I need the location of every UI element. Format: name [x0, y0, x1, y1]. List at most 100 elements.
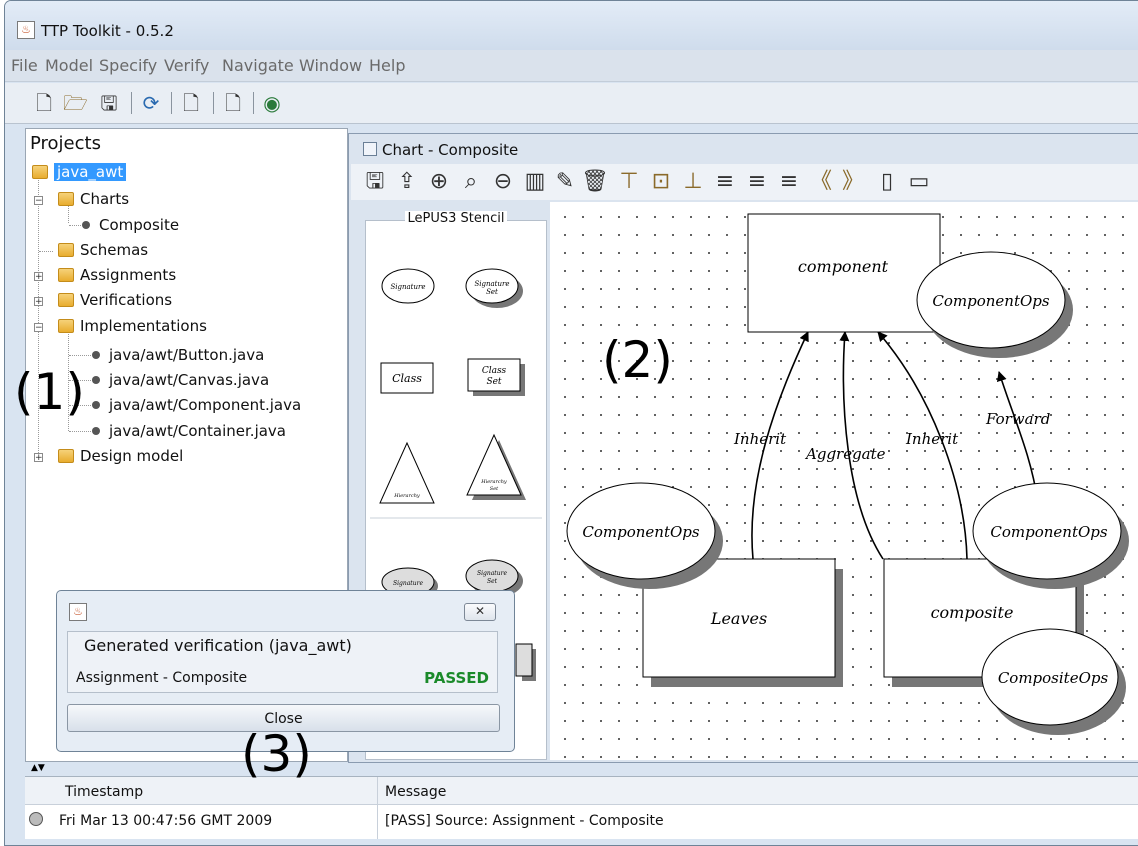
dialog-close-x-button[interactable]: ✕	[464, 603, 496, 621]
tree-item-java-awt[interactable]: java_awt	[32, 163, 127, 181]
chart-frame-title: Chart - Composite	[363, 141, 518, 159]
inherit-right-label: Inherit	[905, 430, 959, 448]
forward-edge[interactable]	[996, 371, 1039, 503]
tree-item-button-java[interactable]: java/awt/Button.java	[92, 346, 264, 364]
zoom-reset-icon[interactable]: ⌕	[457, 168, 485, 196]
svg-text:Signature: Signature	[390, 283, 425, 291]
stencil-class-set[interactable]: Class Set	[467, 358, 525, 396]
component-ops-left-label: ComponentOps	[582, 523, 699, 541]
tree-item-implementations[interactable]: Implementations	[58, 317, 207, 335]
diagram-canvas[interactable]: component ComponentOps Leaves ComponentO…	[550, 202, 1138, 760]
align-top-icon[interactable]: ⊤	[615, 168, 643, 196]
svg-text:Set: Set	[486, 377, 501, 387]
tree-item-canvas-java[interactable]: java/awt/Canvas.java	[92, 371, 269, 389]
aggregate-label: Aggregate	[804, 445, 886, 463]
forward-label: Forward	[985, 410, 1050, 428]
chart-toolbar: 🖫 ⇪ ⊕ ⌕ ⊖ ▥ ✎ 🗑 ⊤ ⊡ ⊥ ≡ ≡ ≡ 《 》 ▯ ▭	[351, 164, 1138, 200]
tree-item-component-java[interactable]: java/awt/Component.java	[92, 396, 301, 414]
menu-navigate[interactable]: Navigate	[222, 56, 294, 75]
verification-group: Generated verification (java_awt) Assign…	[67, 631, 498, 693]
svg-text:Set: Set	[490, 486, 499, 492]
menu-verify[interactable]: Verify	[164, 56, 209, 75]
projects-header: Projects	[30, 133, 101, 154]
menu-file[interactable]: File	[11, 56, 38, 75]
leaves-label: Leaves	[710, 609, 767, 628]
back-arrow-icon[interactable]: 《	[807, 168, 835, 196]
group-title: Generated verification (java_awt)	[84, 636, 352, 655]
log-message: [PASS] Source: Assignment - Composite	[385, 813, 664, 829]
title-bar: ♨ TTP Toolkit - 0.5.2	[5, 1, 1138, 50]
menu-window[interactable]: Window	[299, 56, 362, 75]
component-ops-right-label: ComponentOps	[990, 523, 1107, 541]
tree-item-composite[interactable]: Composite	[82, 216, 179, 234]
chart-export-icon[interactable]: ⇪	[393, 168, 421, 196]
navigate-globe-icon[interactable]: ◉	[260, 90, 284, 116]
align-right-icon[interactable]: ≡	[775, 168, 803, 196]
annotation-3: (3)	[241, 725, 312, 783]
window-title: TTP Toolkit - 0.5.2	[41, 22, 174, 40]
tree-item-charts[interactable]: Charts	[58, 190, 129, 208]
svg-text:Class: Class	[392, 372, 422, 385]
grid-toggle-icon[interactable]: ▥	[521, 168, 549, 196]
chart-save-icon[interactable]: 🖫	[361, 168, 389, 196]
chart-frame-icon	[363, 142, 377, 156]
main-toolbar: 🗋 🗁 🖫 ⟳ 🗋 🗋 ◉	[5, 83, 1138, 124]
zoom-out-icon[interactable]: ⊖	[489, 168, 517, 196]
app-window: ♨ TTP Toolkit - 0.5.2 File Model Specify…	[4, 0, 1138, 846]
open-folder-icon[interactable]: 🗁	[63, 90, 88, 116]
col-message[interactable]: Message	[385, 784, 446, 800]
new-document-icon[interactable]: 🗋	[221, 90, 245, 116]
edit-pencil-icon[interactable]: ✎	[551, 168, 579, 196]
tree-item-verifications[interactable]: Verifications	[58, 291, 172, 309]
status-passed: PASSED	[424, 669, 489, 687]
component-ops-top-label: ComponentOps	[932, 292, 1049, 310]
new-project-icon[interactable]: 🗋	[32, 90, 56, 116]
log-table: Timestamp Message Fri Mar 13 00:47:56 GM…	[25, 776, 1138, 839]
new-chart-icon[interactable]: 🗋	[179, 90, 203, 116]
svg-text:Hierarchy: Hierarchy	[480, 479, 507, 485]
zoom-in-icon[interactable]: ⊕	[425, 168, 453, 196]
distribute-rows-icon[interactable]: ▭	[905, 168, 933, 196]
stencil-class[interactable]: Class	[380, 362, 434, 394]
stencil-hierarchy-set[interactable]: Hierarchy Set	[466, 433, 526, 500]
svg-text:Signature: Signature	[477, 570, 507, 577]
stencil-signature[interactable]: Signature	[381, 268, 435, 304]
expand-verifications-icon[interactable]: +	[34, 297, 43, 307]
menu-help[interactable]: Help	[369, 56, 405, 75]
menu-bar: File Model Specify Verify Navigate Windo…	[5, 50, 1138, 82]
align-center-icon[interactable]: ≡	[743, 168, 771, 196]
align-bottom-icon[interactable]: ⊥	[679, 168, 707, 196]
inherit-left-label: Inherit	[733, 430, 787, 448]
log-header: Timestamp Message	[25, 777, 1138, 839]
distribute-columns-icon[interactable]: ▯	[873, 168, 901, 196]
dialog-java-icon: ♨	[69, 603, 87, 621]
log-splitter[interactable]: ▲▼	[31, 763, 45, 773]
svg-text:Class: Class	[482, 366, 507, 376]
pass-status-icon	[29, 812, 43, 826]
refresh-icon[interactable]: ⟳	[139, 90, 163, 116]
svg-text:Set: Set	[486, 288, 498, 296]
col-timestamp[interactable]: Timestamp	[65, 784, 143, 800]
tree-item-assignments[interactable]: Assignments	[58, 266, 176, 284]
menu-model[interactable]: Model	[45, 56, 93, 75]
collapse-charts-icon[interactable]: −	[34, 196, 43, 206]
expand-design-model-icon[interactable]: +	[34, 453, 43, 463]
expand-assignments-icon[interactable]: +	[34, 272, 43, 282]
tree-item-schemas[interactable]: Schemas	[58, 241, 148, 259]
annotation-2: (2)	[602, 331, 673, 389]
component-label: component	[798, 257, 889, 276]
tree-item-design-model[interactable]: Design model	[58, 447, 183, 465]
log-timestamp: Fri Mar 13 00:47:56 GMT 2009	[59, 813, 273, 829]
align-left-icon[interactable]: ≡	[711, 168, 739, 196]
stencil-signature-set[interactable]: Signature Set	[465, 268, 523, 308]
delete-trash-icon[interactable]: 🗑	[581, 168, 609, 196]
save-icon[interactable]: 🖫	[97, 90, 121, 116]
stencil-class-gray[interactable]	[515, 643, 536, 681]
tree-item-container-java[interactable]: java/awt/Container.java	[92, 422, 286, 440]
annotation-1: (1)	[14, 363, 85, 421]
forward-arrow-icon[interactable]: 》	[839, 168, 867, 196]
stencil-hierarchy[interactable]: Hierarchy	[379, 441, 435, 504]
menu-specify[interactable]: Specify	[99, 56, 157, 75]
collapse-implementations-icon[interactable]: −	[34, 323, 43, 333]
align-middle-icon[interactable]: ⊡	[647, 168, 675, 196]
